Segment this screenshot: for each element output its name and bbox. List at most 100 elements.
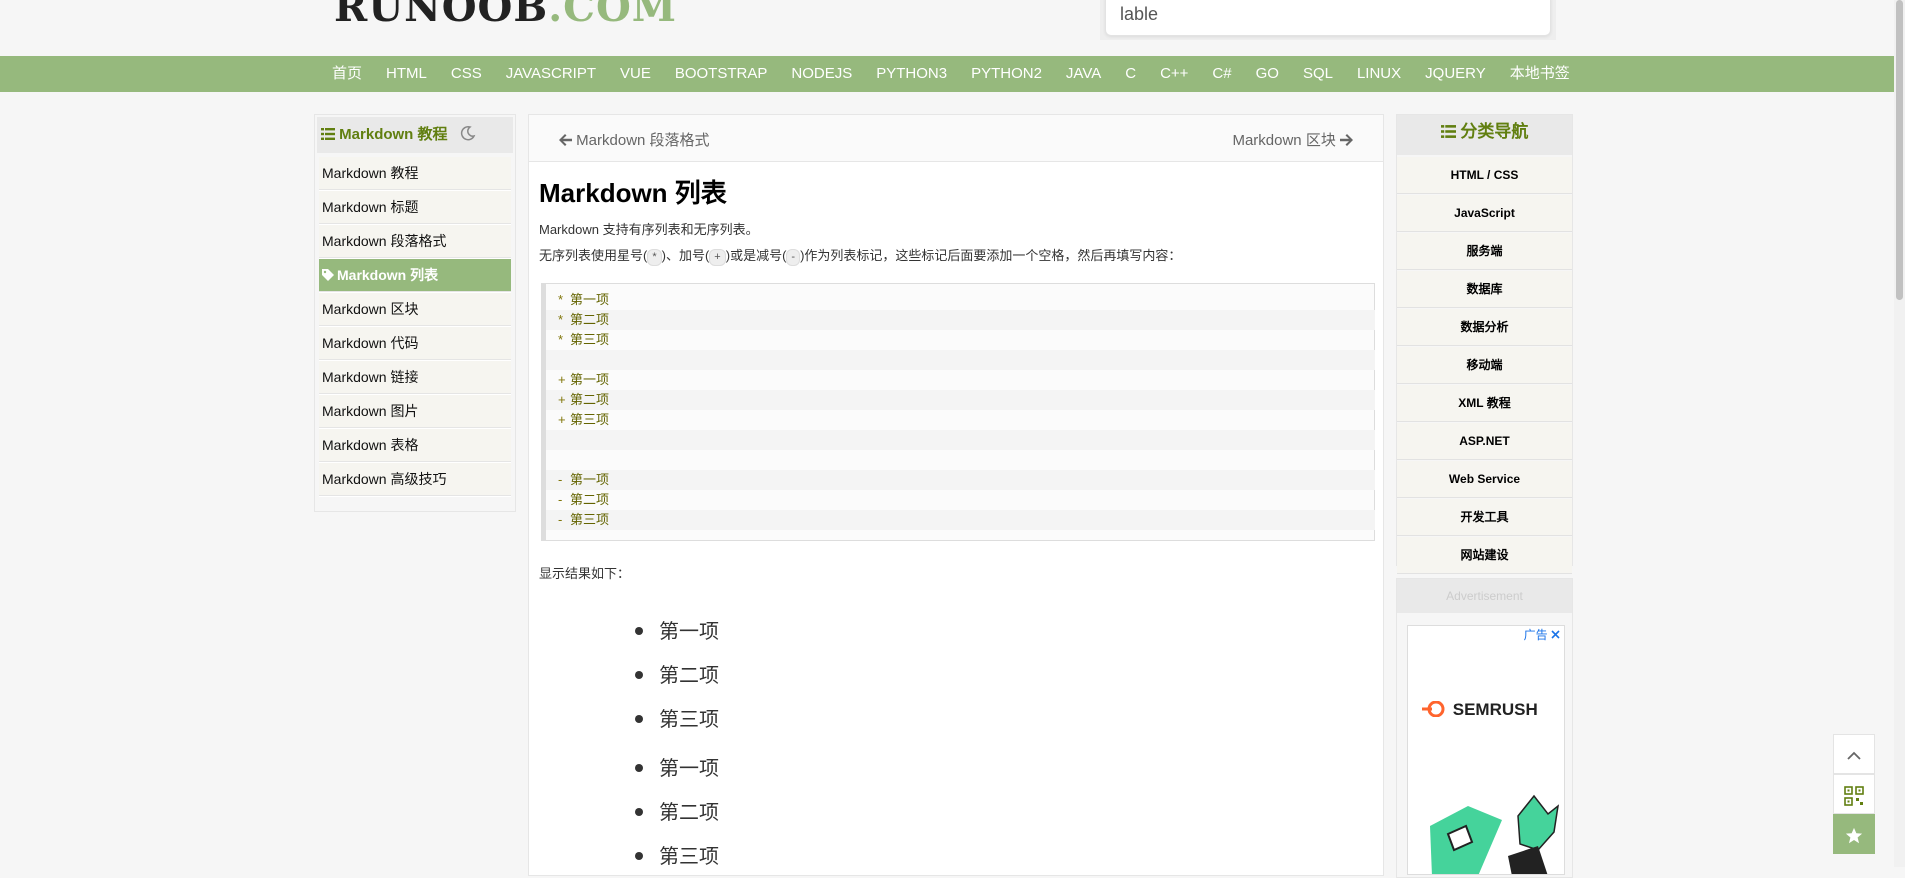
description-paragraph: 无序列表使用星号(*)、加号(+)或是减号(-)作为列表标记，这些标记后面要添加… — [539, 245, 1181, 266]
nav-item[interactable]: JQUERY — [1413, 56, 1498, 92]
arrow-left-icon — [559, 134, 572, 146]
sidebar-item-label: Markdown 链接 — [322, 369, 419, 385]
rendered-list-item: 第三项 — [635, 703, 719, 732]
left-sidebar: Markdown 教程 Markdown 教程 Markdown 标题 Markdo… — [314, 114, 516, 512]
nav-item[interactable]: LINUX — [1345, 56, 1413, 92]
code-line: - 第三项 — [546, 510, 1375, 530]
code-text: 第三项 — [570, 332, 610, 347]
close-icon[interactable] — [1551, 630, 1560, 639]
ad-illustration — [1430, 794, 1560, 874]
rendered-list-item: 第二项 — [635, 796, 719, 825]
code-line: * 第三项 — [546, 330, 1375, 350]
nav-item[interactable]: VUE — [608, 56, 663, 92]
site-logo[interactable]: RUNOOB.COM — [334, 0, 677, 30]
category-item[interactable]: 移动端 — [1397, 347, 1572, 384]
nav-item[interactable]: 本地书签 — [1498, 56, 1582, 92]
category-item[interactable]: HTML / CSS — [1397, 157, 1572, 194]
code-marker: + — [558, 392, 566, 407]
code-line: * 第一项 — [546, 290, 1375, 310]
sidebar-item[interactable]: Markdown 标题 — [319, 191, 511, 224]
sidebar-item[interactable]: Markdown 教程 — [319, 157, 511, 190]
nav-item[interactable]: JAVA — [1054, 56, 1113, 92]
sidebar-item-label: Markdown 高级技巧 — [322, 471, 447, 487]
sidebar-item[interactable]: Markdown 图片 — [319, 395, 511, 428]
nav-item[interactable]: CSS — [439, 56, 494, 92]
back-to-top-button[interactable] — [1833, 734, 1875, 774]
arrow-right-icon — [1340, 134, 1353, 146]
advertisement-label: Advertisement — [1397, 579, 1572, 613]
nav-item[interactable]: PYTHON2 — [959, 56, 1054, 92]
code-marker: + — [558, 372, 566, 387]
qrcode-icon — [1844, 786, 1864, 807]
code-line: - 第一项 — [546, 470, 1375, 490]
chevron-up-icon — [1847, 751, 1861, 760]
code-text: 第一项 — [570, 472, 610, 487]
category-item[interactable]: 开发工具 — [1397, 499, 1572, 536]
next-article-link[interactable]: Markdown 区块 — [1232, 129, 1353, 150]
search-input[interactable]: lable — [1105, 0, 1551, 36]
sidebar-item[interactable]: Markdown 段落格式 — [319, 225, 511, 258]
qrcode-button[interactable] — [1833, 774, 1875, 814]
sidebar-title-text: Markdown 教程 — [339, 126, 448, 143]
nav-item[interactable]: C++ — [1148, 56, 1200, 92]
desc-text-4: )作为列表标记，这些标记后面要添加一个空格，然后再填写内容： — [800, 248, 1182, 263]
code-line: + 第二项 — [546, 390, 1375, 410]
fire-logo-icon — [1422, 700, 1445, 718]
sidebar-item[interactable]: Markdown 区块 — [319, 293, 511, 326]
sidebar-item-active[interactable]: Markdown 列表 — [319, 259, 511, 292]
star-icon — [1845, 828, 1863, 844]
category-item[interactable]: ASP.NET — [1397, 423, 1572, 460]
code-line — [546, 350, 1375, 370]
ad-choices[interactable]: 广告 — [1524, 626, 1560, 643]
sidebar-item[interactable]: Markdown 代码 — [319, 327, 511, 360]
sidebar-item[interactable]: Markdown 高级技巧 — [319, 463, 511, 496]
desc-text-3: )或是减号( — [725, 248, 787, 263]
category-item[interactable]: 服务端 — [1397, 233, 1572, 270]
category-item[interactable]: 数据分析 — [1397, 309, 1572, 346]
code-text: 第三项 — [570, 412, 610, 427]
nav-item[interactable]: NODEJS — [779, 56, 864, 92]
sidebar-item-label: Markdown 区块 — [322, 301, 419, 317]
sidebar-item[interactable]: Markdown 链接 — [319, 361, 511, 394]
next-article-label: Markdown 区块 — [1232, 132, 1336, 149]
desc-text-2: )、加号( — [661, 248, 710, 263]
sidebar-item[interactable]: Markdown 表格 — [319, 429, 511, 462]
category-item[interactable]: XML 教程 — [1397, 385, 1572, 422]
result-label: 显示结果如下： — [539, 566, 631, 581]
category-item[interactable]: Web Service — [1397, 461, 1572, 498]
prev-next-bar: Markdown 段落格式 Markdown 区块 — [529, 115, 1383, 162]
code-marker: + — [558, 412, 566, 427]
ad-banner[interactable]: 广告 SEMRUSH — [1407, 625, 1565, 875]
advertisement-box: Advertisement 广告 SEMRUSH — [1396, 578, 1573, 878]
sidebar-title: Markdown 教程 — [317, 117, 513, 153]
nav-item[interactable]: GO — [1244, 56, 1291, 92]
list-icon — [321, 128, 335, 140]
top-navigation: 首页 HTML CSS JAVASCRIPT VUE BOOTSTRAP NODEJS PYT… — [0, 56, 1894, 92]
category-item[interactable]: JavaScript — [1397, 195, 1572, 232]
nav-item[interactable]: 首页 — [320, 56, 374, 92]
category-nav-title: 分类导航 — [1397, 115, 1572, 155]
nav-item[interactable]: C# — [1200, 56, 1243, 92]
moon-icon[interactable] — [460, 125, 476, 141]
sidebar-item-label: Markdown 教程 — [322, 165, 419, 181]
category-item[interactable]: 网站建设 — [1397, 537, 1572, 574]
code-marker: * — [558, 332, 564, 347]
nav-item[interactable]: BOOTSTRAP — [663, 56, 780, 92]
floating-toolbar — [1833, 734, 1875, 854]
nav-item[interactable]: SQL — [1291, 56, 1345, 92]
bookmark-button[interactable] — [1833, 814, 1875, 854]
nav-item[interactable]: JAVASCRIPT — [494, 56, 608, 92]
code-text: 第二项 — [570, 312, 610, 327]
category-item[interactable]: 数据库 — [1397, 271, 1572, 308]
code-text: 第三项 — [570, 512, 610, 527]
category-nav-title-text: 分类导航 — [1460, 122, 1529, 141]
code-line: - 第二项 — [546, 490, 1375, 510]
code-marker: * — [558, 312, 564, 327]
nav-item[interactable]: C — [1113, 56, 1148, 92]
nav-item[interactable]: PYTHON3 — [864, 56, 959, 92]
nav-item[interactable]: HTML — [374, 56, 439, 92]
code-line: + 第三项 — [546, 410, 1375, 430]
scrollbar-thumb[interactable] — [1896, 0, 1903, 300]
prev-article-link[interactable]: Markdown 段落格式 — [559, 129, 710, 150]
page-scrollbar[interactable] — [1894, 0, 1905, 867]
